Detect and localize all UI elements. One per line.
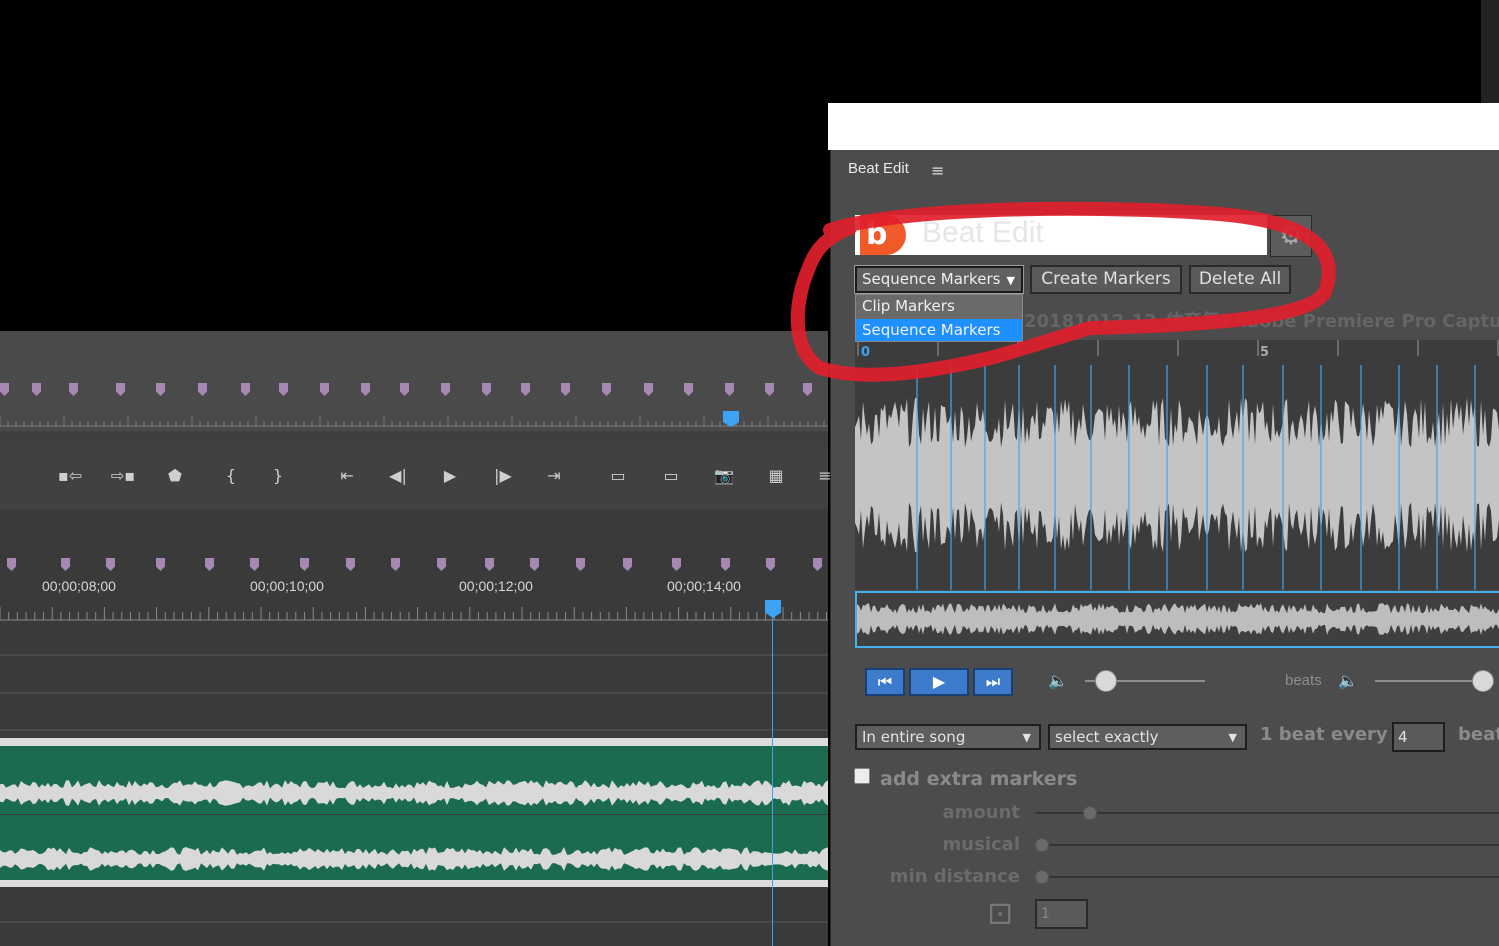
hamburger-menu-icon[interactable]: ≡ [931,161,944,180]
step-forward-icon[interactable]: |▶ [488,462,518,490]
beats-label: beats [1285,672,1322,689]
amount-knob[interactable] [1083,806,1097,820]
timecode-label: 00;00;14;00 [667,578,741,594]
speaker-icon: 🔈 [1048,671,1068,690]
go-to-in-brace-icon[interactable]: { [216,462,246,490]
skip-back-icon: ⏮ [877,672,893,691]
beat-every-input[interactable]: 4 [1392,722,1445,752]
skip-forward-button[interactable]: ⏭ [973,668,1013,696]
range-select-value: In entire song [862,728,966,746]
go-to-out-brace-icon[interactable]: } [263,462,293,490]
play-icon: ▶ [932,672,946,691]
add-extra-markers-label: add extra markers [880,768,1078,790]
window-edge [1481,0,1499,103]
go-to-in-icon[interactable]: ⇤ [332,462,362,490]
volume-knob[interactable] [1095,670,1117,692]
play-button[interactable]: ▶ [909,668,969,696]
program-mini-timeline[interactable] [0,331,828,446]
timecode-label: 00;00;08;00 [42,578,116,594]
musical-slider[interactable] [1036,844,1499,846]
skip-back-button[interactable]: ⏮ [865,668,905,696]
min-distance-slider[interactable] [1036,876,1499,878]
panel-header-bar [828,103,1499,150]
chevron-down-icon: ▼ [1022,731,1031,744]
mark-out-icon[interactable]: ⇨▪ [108,462,138,490]
mark-in-icon[interactable]: ▪⇦ [55,462,85,490]
min-distance-label: min distance [889,866,1020,887]
seed-input[interactable]: 1 [1035,899,1088,929]
timecode-label: 00;00;10;00 [250,578,324,594]
beat-every-label: 1 beat every [1260,724,1388,745]
amount-slider[interactable] [1036,812,1499,814]
beats-volume-knob[interactable] [1472,670,1494,692]
extract-icon[interactable]: ▭ [656,462,686,490]
dice-icon[interactable]: ⚀ [988,898,1012,931]
sequence-ruler [0,607,828,923]
waveform-overview[interactable] [855,591,1499,648]
timecode-label: 00;00;12;00 [459,578,533,594]
go-to-out-icon[interactable]: ⇥ [539,462,569,490]
playhead-line [772,615,773,946]
amount-label: amount [942,802,1020,823]
add-marker-icon[interactable]: ⬟ [160,462,190,490]
beat-unit-label: beat [1458,724,1499,745]
program-monitor [0,0,828,331]
mode-select-value: select exactly [1055,728,1159,746]
beats-speaker-icon: 🔈 [1338,671,1358,690]
skip-forward-icon: ⏭ [985,672,1001,691]
red-annotation-circle [790,201,1336,382]
comparison-view-icon[interactable]: ▦ [761,462,791,490]
step-back-icon[interactable]: ◀| [383,462,413,490]
overview-graphic [857,603,1499,635]
panel-title[interactable]: Beat Edit [848,160,909,177]
lift-icon[interactable]: ▭ [603,462,633,490]
play-icon[interactable]: ▶ [435,462,465,490]
mode-select[interactable]: select exactly ▼ [1048,724,1247,750]
min-distance-knob[interactable] [1035,870,1049,884]
chevron-down-icon: ▼ [1228,731,1237,744]
musical-label: musical [942,834,1020,855]
add-extra-markers-checkbox[interactable] [854,768,870,784]
export-frame-icon[interactable]: 📷 [709,462,739,490]
sequence-timeline[interactable] [0,510,828,946]
beats-volume-slider[interactable] [1375,680,1485,682]
range-select[interactable]: In entire song ▼ [855,724,1041,750]
musical-knob[interactable] [1035,838,1049,852]
